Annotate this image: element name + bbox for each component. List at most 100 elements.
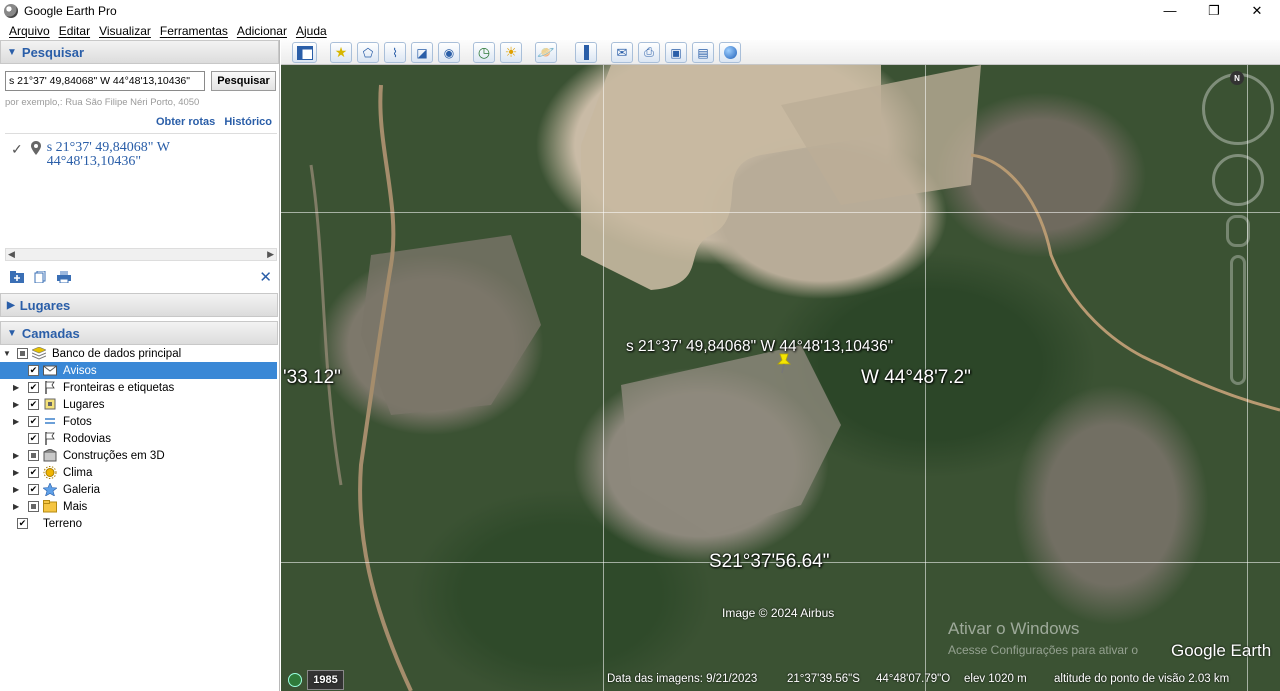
layer-checkbox[interactable]: ✔	[17, 518, 28, 529]
get-directions-link[interactable]: Obter rotas	[156, 116, 215, 128]
road-icon	[43, 432, 57, 445]
record-tour-button[interactable]: ◉	[438, 42, 460, 63]
restore-button[interactable]: ❐	[1194, 0, 1234, 21]
search-result-text: s 21°37' 49,84068" W 44°48'13,10436"	[47, 141, 170, 169]
polygon-add-icon: ⬠	[362, 45, 374, 60]
layers-panel[interactable]: ▼ Camadas	[0, 321, 278, 345]
email-button[interactable]: ✉	[611, 42, 633, 63]
expand-arrow-icon[interactable]: ▶	[13, 451, 19, 460]
layer-row-avisos[interactable]: ✔ Avisos	[0, 362, 277, 379]
placemark-label[interactable]: s 21°37' 49,84068" W 44°48'13,10436"	[626, 338, 893, 356]
planet-switch-button[interactable]: 🪐	[535, 42, 557, 63]
map-view[interactable]: '33.12" W 44°48'7.2" S21°37'56.64" s 21°…	[281, 65, 1280, 691]
layers-panel-header[interactable]: ▼ Camadas	[0, 321, 278, 345]
ruler-button[interactable]	[575, 42, 597, 63]
print-icon[interactable]	[57, 271, 71, 283]
menu-ajuda[interactable]: Ajuda	[296, 24, 327, 38]
search-input[interactable]	[5, 71, 205, 91]
longitude-grid-label: W 44°48'7.2"	[861, 367, 971, 388]
add-polygon-button[interactable]: ⬠	[357, 42, 379, 63]
status-bar: 1985 Data das imagens: 9/21/2023 21°37'3…	[281, 668, 1280, 691]
add-path-button[interactable]: ⌇	[384, 42, 406, 63]
results-horizontal-scrollbar[interactable]: ◀ ▶	[5, 248, 277, 261]
layer-label: Terreno	[43, 517, 82, 530]
places-panel[interactable]: ▶ Lugares	[0, 293, 278, 317]
layer-row-fronteiras-e-etiquetas[interactable]: ▶ ✔ Fronteiras e etiquetas	[0, 379, 277, 396]
search-button[interactable]: Pesquisar	[211, 71, 276, 91]
history-link[interactable]: Histórico	[224, 116, 272, 128]
toggle-sidebar-button[interactable]	[292, 42, 317, 63]
layer-checkbox[interactable]: ✔	[28, 416, 39, 427]
layer-row-clima[interactable]: ▶ ✔ Clima	[0, 464, 277, 481]
layer-checkbox[interactable]: ✔	[28, 467, 39, 478]
print-button[interactable]: ⎙	[638, 42, 660, 63]
layer-checkbox[interactable]: ✔	[28, 484, 39, 495]
save-image-button[interactable]: ▣	[665, 42, 687, 63]
add-overlay-button[interactable]: ◪	[411, 42, 433, 63]
places-panel-header[interactable]: ▶ Lugares	[0, 293, 278, 317]
historical-year-box[interactable]: 1985	[307, 670, 344, 690]
layer-checkbox[interactable]: ✔	[28, 365, 39, 376]
earth-view-button[interactable]	[719, 42, 741, 63]
copy-icon[interactable]	[34, 271, 48, 283]
database-icon	[31, 346, 47, 360]
panel-tools: ✕	[0, 267, 280, 289]
add-folder-icon[interactable]	[10, 271, 24, 283]
globe-icon	[723, 46, 737, 59]
view-in-maps-button[interactable]: ▤	[692, 42, 714, 63]
windows-activation-subtitle: Acesse Configurações para ativar o	[948, 643, 1139, 657]
zoom-in-control[interactable]	[1226, 215, 1250, 247]
menu-editar[interactable]: Editar	[59, 24, 90, 38]
sunlight-button[interactable]: ☀	[500, 42, 522, 63]
title-bar: Google Earth Pro	[0, 0, 1280, 21]
expand-arrow-icon[interactable]: ▶	[13, 468, 19, 477]
layer-checkbox[interactable]	[28, 501, 39, 512]
minimize-button[interactable]: —	[1150, 0, 1190, 21]
layer-row-rodovias[interactable]: ✔ Rodovias	[0, 430, 277, 447]
layer-row-terreno[interactable]: ✔ Terreno	[0, 515, 277, 532]
layer-checkbox[interactable]: ✔	[28, 433, 39, 444]
search-panel-header[interactable]: ▼ Pesquisar	[0, 40, 279, 64]
cursor-latitude: 21°37'39.56"S	[787, 673, 860, 685]
add-placemark-button[interactable]: ★	[330, 42, 352, 63]
save-image-icon: ▣	[670, 45, 682, 60]
layer-row-galeria[interactable]: ▶ ✔ Galeria	[0, 481, 277, 498]
checkmark-icon: ✓	[11, 141, 23, 157]
menu-ferramentas[interactable]: Ferramentas	[160, 24, 228, 38]
compass-north-icon[interactable]: N	[1230, 71, 1244, 85]
menu-arquivo[interactable]: Arquivo	[9, 24, 50, 38]
historical-imagery-button[interactable]: ◷	[473, 42, 495, 63]
scroll-left-icon[interactable]: ◀	[8, 249, 15, 260]
layer-checkbox[interactable]	[28, 450, 39, 461]
collapse-arrow-icon[interactable]: ▼	[3, 349, 11, 358]
menu-visualizar[interactable]: Visualizar	[99, 24, 151, 38]
layer-checkbox[interactable]	[17, 348, 28, 359]
envelope-icon: ✉	[616, 44, 628, 60]
historical-imagery-clock-icon[interactable]	[288, 673, 302, 687]
zoom-slider[interactable]	[1230, 255, 1246, 385]
expand-arrow-icon[interactable]: ▶	[13, 417, 19, 426]
pushpin-icon[interactable]	[774, 352, 794, 374]
expand-arrow-icon[interactable]: ▶	[13, 400, 19, 409]
layer-checkbox[interactable]: ✔	[28, 382, 39, 393]
search-result-item[interactable]: ✓ s 21°37' 49,84068" W 44°48'13,10436"	[11, 141, 170, 169]
sidebar-icon	[296, 45, 313, 60]
close-panel-icon[interactable]: ✕	[259, 268, 272, 286]
layer-row-constru-es-em-3d[interactable]: ▶ Construções em 3D	[0, 447, 277, 464]
expand-arrow-icon[interactable]: ▶	[13, 485, 19, 494]
expand-arrow-icon[interactable]: ▶	[13, 383, 19, 392]
layer-row-mais[interactable]: ▶ Mais	[0, 498, 277, 515]
menu-adicionar[interactable]: Adicionar	[237, 24, 287, 38]
expand-arrow-icon[interactable]: ▶	[13, 502, 19, 511]
folder-icon	[43, 500, 57, 513]
window-title: Google Earth Pro	[24, 3, 117, 18]
layer-row-fotos[interactable]: ▶ ✔ Fotos	[0, 413, 277, 430]
layer-checkbox[interactable]: ✔	[28, 399, 39, 410]
layer-row-lugares[interactable]: ▶ ✔ Lugares	[0, 396, 277, 413]
search-panel-title: Pesquisar	[21, 44, 85, 60]
layer-row-banco-de-dados-principal[interactable]: ▼ Banco de dados principal	[0, 345, 277, 362]
scroll-right-icon[interactable]: ▶	[267, 249, 274, 260]
grid-line	[281, 212, 1280, 213]
close-button[interactable]: ✕	[1237, 0, 1277, 21]
look-joystick[interactable]	[1212, 154, 1264, 206]
